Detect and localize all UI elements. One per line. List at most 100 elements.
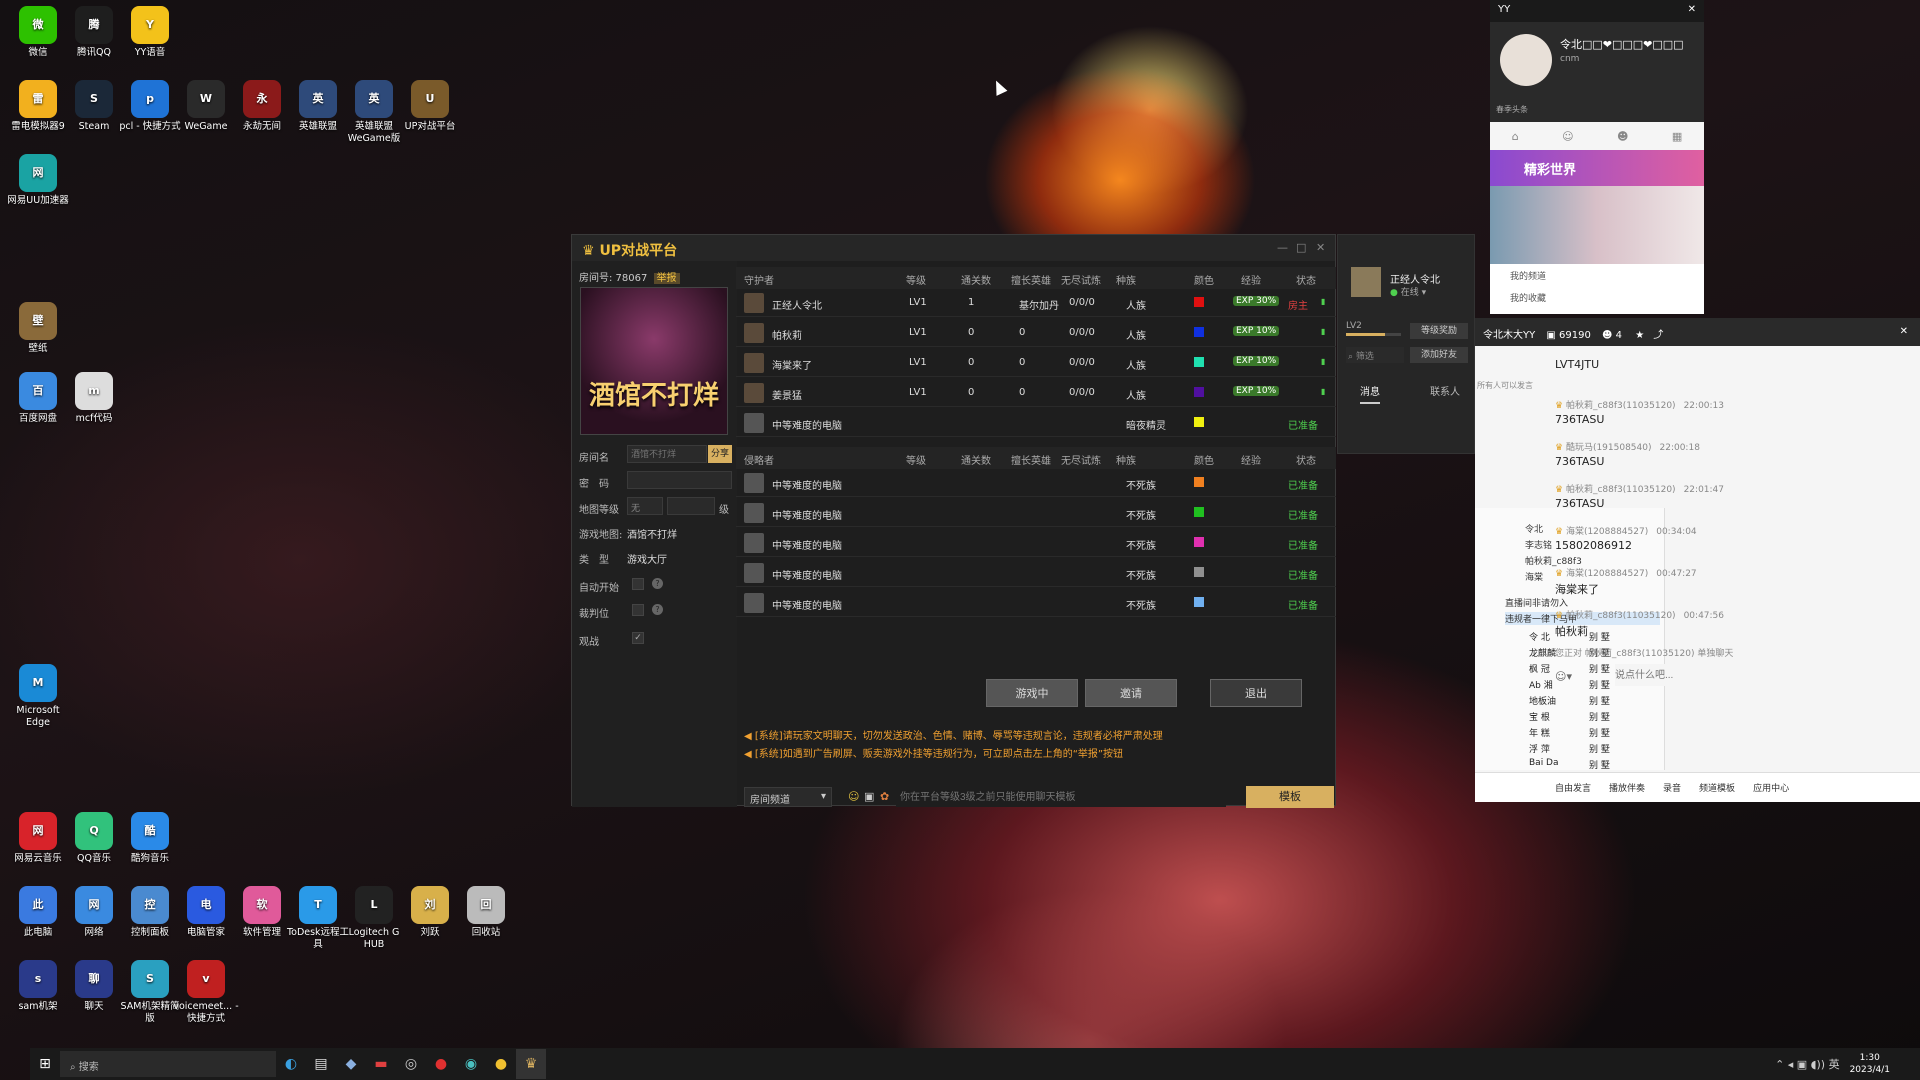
password-input[interactable] — [627, 471, 732, 489]
map-level-select[interactable]: 无 — [627, 497, 663, 515]
help-icon[interactable]: ? — [652, 604, 663, 615]
player-color[interactable] — [1194, 567, 1204, 577]
sub-channel-item[interactable]: 年 糕别 墅 — [1529, 726, 1659, 739]
player-color[interactable] — [1194, 327, 1204, 337]
player-row[interactable]: 中等难度的电脑 不死族 已准备 — [736, 469, 1336, 497]
desktop-icon[interactable]: M Microsoft Edge — [5, 664, 71, 729]
desktop-icon[interactable]: Y YY语音 — [117, 6, 183, 59]
apps-icon[interactable]: ▦ — [1672, 130, 1682, 143]
member-item[interactable]: 李志铭 — [1525, 538, 1552, 551]
sub-channel-item[interactable]: 浮 萍别 墅 — [1529, 742, 1659, 755]
promo-image[interactable] — [1490, 186, 1704, 264]
taskbar-search[interactable]: ⌕ 搜索 — [60, 1051, 276, 1077]
up-platform-icon[interactable]: ♛ — [516, 1049, 546, 1079]
player-row[interactable]: 姜景猛 LV1 0 0 0/0/0 人族 EXP 10% ▮ — [736, 379, 1336, 407]
player-row[interactable]: 帕秋莉 LV1 0 0 0/0/0 人族 EXP 10% ▮ — [736, 319, 1336, 347]
member-item[interactable]: 令北 — [1525, 522, 1543, 535]
player-row[interactable]: 中等难度的电脑 不死族 已准备 — [736, 559, 1336, 587]
player-color[interactable] — [1194, 387, 1204, 397]
member-item[interactable]: 海棠 — [1525, 570, 1543, 583]
yy-icon[interactable]: ● — [486, 1049, 516, 1079]
invite-button[interactable]: 邀请 — [1085, 679, 1177, 707]
referee-checkbox[interactable] — [632, 604, 644, 616]
player-color[interactable] — [1194, 507, 1204, 517]
toolbar-item[interactable]: 录音 — [1663, 781, 1681, 794]
star-icon[interactable]: ★ — [1635, 330, 1644, 341]
player-color[interactable] — [1194, 597, 1204, 607]
template-button[interactable]: 模板 — [1246, 786, 1334, 808]
image-icon[interactable]: ▣ — [864, 790, 874, 803]
uu-icon[interactable]: ◉ — [456, 1049, 486, 1079]
gift-icon[interactable]: ✿ — [880, 790, 889, 803]
emoji-icon[interactable]: ☺▾ — [1555, 670, 1572, 683]
player-row[interactable]: 中等难度的电脑 暗夜精灵 已准备 — [736, 409, 1336, 437]
share-icon[interactable]: ⤴ — [1653, 330, 1663, 341]
channel-select[interactable]: 房间频道 ▾ — [744, 787, 832, 807]
store-icon[interactable]: ▤ — [306, 1049, 336, 1079]
exp-badge: EXP 30% — [1233, 296, 1280, 306]
desktop-icon[interactable]: v voicemeet... - 快捷方式 — [173, 960, 239, 1025]
player-row[interactable]: 中等难度的电脑 不死族 已准备 — [736, 589, 1336, 617]
player-row[interactable]: 中等难度的电脑 不死族 已准备 — [736, 529, 1336, 557]
share-button[interactable]: 分享 — [708, 445, 732, 463]
auto-start-checkbox[interactable] — [632, 578, 644, 590]
yy-news[interactable]: 春季头条 — [1496, 104, 1528, 115]
toolbar-item[interactable]: 应用中心 — [1753, 781, 1789, 794]
message-input[interactable] — [1615, 664, 1865, 686]
chat-input[interactable] — [896, 787, 1226, 807]
online-status[interactable]: ● 在线 ▾ — [1390, 285, 1426, 298]
home-icon[interactable]: ⌂ — [1512, 130, 1519, 143]
tray-icons[interactable]: ⌃ ◂ ▣ ◖)) 英 — [1775, 1056, 1840, 1072]
player-color[interactable] — [1194, 357, 1204, 367]
desktop-icon[interactable]: 壁壁纸 — [5, 302, 71, 355]
netease-music-icon[interactable]: ● — [426, 1049, 456, 1079]
in-game-button[interactable]: 游戏中 — [986, 679, 1078, 707]
edge-icon[interactable]: ◐ — [276, 1049, 306, 1079]
tab-contacts[interactable]: 联系人 — [1430, 383, 1460, 398]
desktop-icon[interactable]: 回回收站 — [453, 886, 519, 939]
voicemeeter-icon[interactable]: ▬ — [366, 1049, 396, 1079]
group-icon[interactable]: ☻ — [1617, 130, 1628, 143]
sub-channel-item[interactable]: 宝 根别 墅 — [1529, 710, 1659, 723]
close-button[interactable]: ✕ — [1900, 326, 1908, 337]
close-button[interactable]: ✕ — [1316, 241, 1325, 254]
menu-my-favorites[interactable]: 我的收藏 — [1490, 286, 1704, 308]
sub-channel-item[interactable]: Bai Da 别 墅 — [1529, 758, 1659, 771]
toolbar-item[interactable]: 频道模板 — [1699, 781, 1735, 794]
promo-banner[interactable]: 精彩世界 — [1490, 150, 1704, 186]
room-name-input[interactable] — [627, 445, 707, 463]
report-button[interactable]: 举报 — [653, 273, 680, 284]
tab-messages[interactable]: 消息 — [1360, 383, 1380, 404]
close-button[interactable]: ✕ — [1688, 4, 1696, 15]
sam-icon[interactable]: ◆ — [336, 1049, 366, 1079]
maximize-button[interactable]: □ — [1296, 241, 1306, 254]
menu-my-channel[interactable]: 我的频道 — [1490, 264, 1704, 286]
user-icon[interactable]: ☺ — [1562, 130, 1573, 143]
desktop-icon[interactable]: m mcf代码 — [61, 372, 127, 425]
start-button[interactable]: ⊞ — [30, 1049, 60, 1079]
player-row[interactable]: 中等难度的电脑 不死族 已准备 — [736, 499, 1336, 527]
sub-channel-item[interactable]: 地板油别 墅 — [1529, 694, 1659, 707]
player-row[interactable]: 海棠来了 LV1 0 0 0/0/0 人族 EXP 10% ▮ — [736, 349, 1336, 377]
clock[interactable]: 1:30 2023/4/1 — [1850, 1052, 1890, 1076]
emoji-icon[interactable]: ☺ — [848, 790, 859, 803]
add-friend-button[interactable]: 添加好友 — [1410, 347, 1468, 363]
filter-input[interactable]: ⌕ 筛选 — [1346, 347, 1404, 363]
player-color[interactable] — [1194, 417, 1204, 427]
help-icon[interactable]: ? — [652, 578, 663, 589]
map-level-input[interactable] — [667, 497, 715, 515]
desktop-icon[interactable]: 酷酷狗音乐 — [117, 812, 183, 865]
level-reward-button[interactable]: 等级奖励 — [1410, 323, 1468, 339]
player-color[interactable] — [1194, 477, 1204, 487]
desktop-icon[interactable]: 网网易UU加速器 — [5, 154, 71, 207]
player-color[interactable] — [1194, 537, 1204, 547]
toolbar-item[interactable]: 播放伴奏 — [1609, 781, 1645, 794]
spectate-checkbox[interactable]: ✓ — [632, 632, 644, 644]
exit-button[interactable]: 退出 — [1210, 679, 1302, 707]
minimize-button[interactable]: — — [1277, 241, 1288, 254]
desktop-icon[interactable]: U UP对战平台 — [397, 80, 463, 133]
player-row[interactable]: 正经人令北 LV1 1 基尔加丹 0/0/0 人族 EXP 30% 房主 ▮ — [736, 289, 1336, 317]
toolbar-item[interactable]: 自由发言 — [1555, 781, 1591, 794]
steam-icon[interactable]: ◎ — [396, 1049, 426, 1079]
player-color[interactable] — [1194, 297, 1204, 307]
